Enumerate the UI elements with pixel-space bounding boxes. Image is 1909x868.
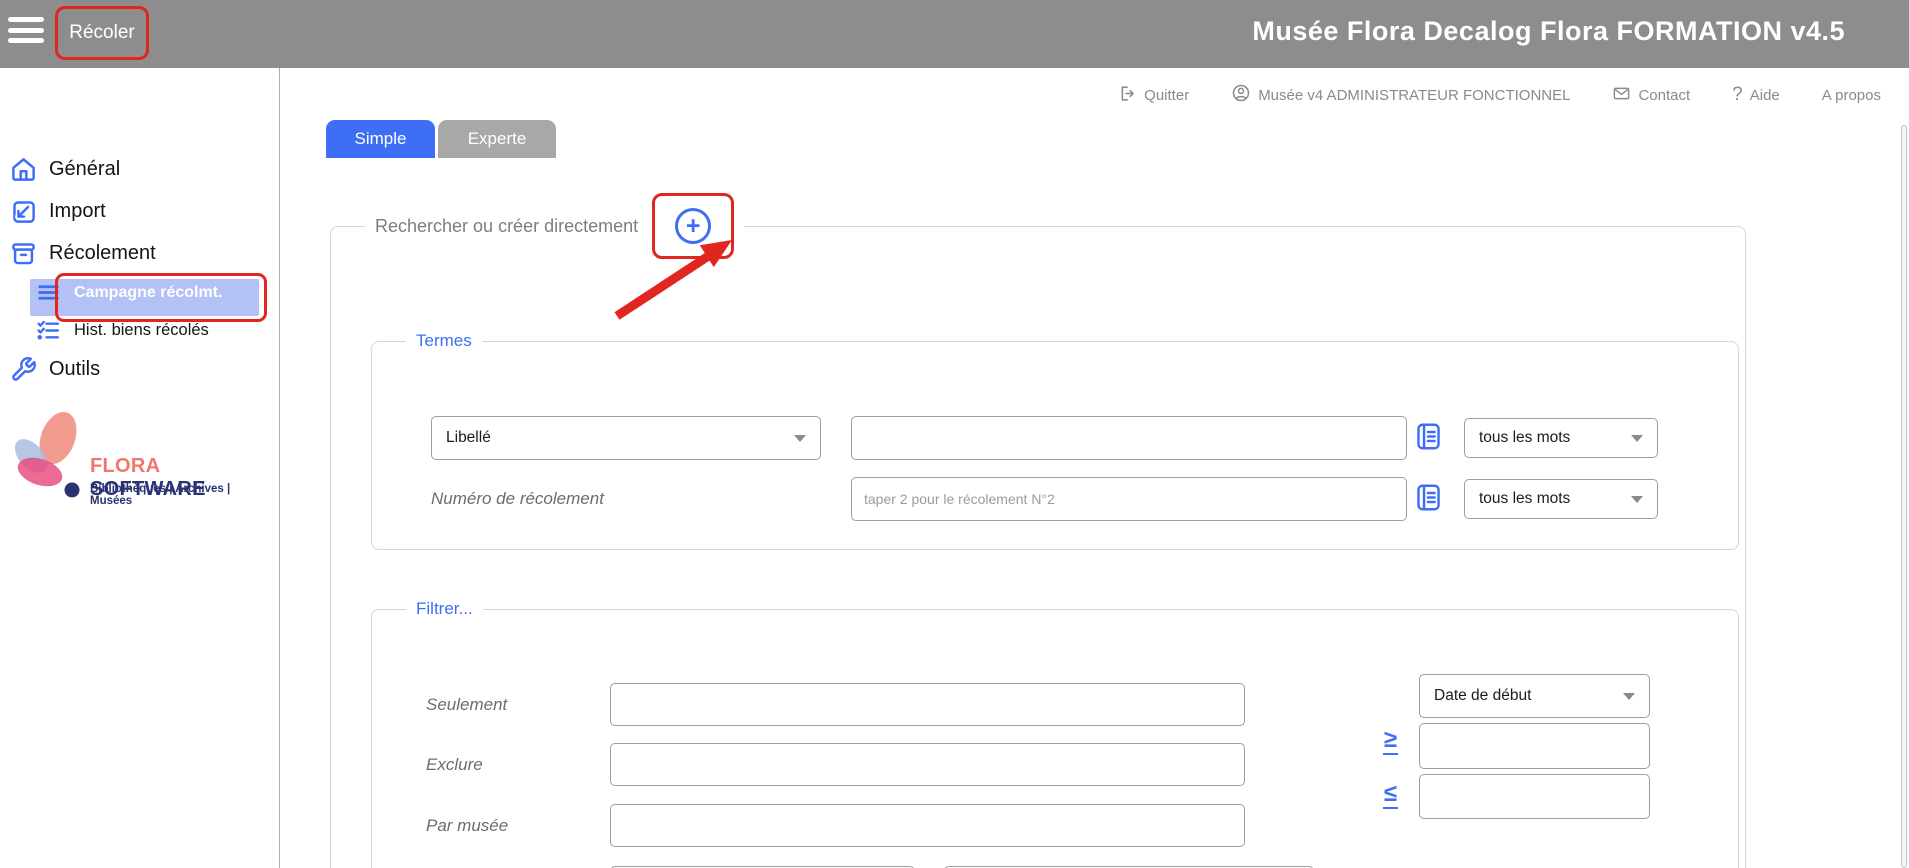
sidebar: Général Import Récolement Campagne récol… <box>0 68 280 868</box>
vertical-scrollbar[interactable] <box>1901 125 1907 868</box>
app-window: Récoler Musée Flora Decalog Flora FORMAT… <box>0 0 1909 868</box>
app-title: Musée Flora Decalog Flora FORMATION v4.5 <box>1252 16 1845 47</box>
archive-box-icon <box>10 240 37 267</box>
chevron-down-icon <box>1631 435 1643 442</box>
contact-link[interactable]: Contact <box>1612 84 1690 107</box>
mail-icon <box>1612 84 1631 107</box>
seulement-input[interactable] <box>610 683 1245 726</box>
numero-mode-select[interactable]: tous les mots <box>1464 479 1658 519</box>
sidebar-item-label: Campagne récolmt. <box>74 284 222 302</box>
aide-label: Aide <box>1750 87 1780 104</box>
user-icon <box>1231 83 1251 107</box>
sidebar-item-outils[interactable]: Outils <box>10 356 100 383</box>
term-value-input[interactable] <box>851 416 1407 460</box>
wrench-icon <box>10 356 37 383</box>
term-field-value: Libellé <box>446 429 491 447</box>
checklist-icon <box>36 318 61 343</box>
sidebar-item-label: Récolement <box>49 242 156 265</box>
import-icon <box>10 198 37 225</box>
par-musee-label: Par musée <box>426 804 508 848</box>
create-plus-button[interactable]: + <box>675 208 711 244</box>
quitter-link[interactable]: Quitter <box>1118 84 1189 107</box>
search-create-legend-text: Rechercher ou créer directement <box>375 216 638 236</box>
date-to-input[interactable] <box>1419 774 1650 819</box>
seulement-label: Seulement <box>426 683 507 727</box>
sidebar-item-label: Outils <box>49 358 100 381</box>
thesaurus-book-icon[interactable] <box>1415 422 1442 451</box>
exclure-input[interactable] <box>610 743 1245 786</box>
chevron-down-icon <box>1623 693 1635 700</box>
less-equal-icon: ≤ <box>1383 781 1398 809</box>
sidebar-item-hist-biens-recoles[interactable]: Hist. biens récolés <box>36 318 209 343</box>
numero-recolement-input[interactable] <box>851 477 1407 521</box>
contact-label: Contact <box>1638 87 1690 104</box>
tab-experte[interactable]: Experte <box>438 120 556 158</box>
greater-equal-icon: ≥ <box>1383 727 1398 755</box>
sidebar-item-label: Hist. biens récolés <box>74 321 209 340</box>
term-mode-select[interactable]: tous les mots <box>1464 418 1658 458</box>
aide-link[interactable]: ? Aide <box>1732 84 1780 106</box>
chevron-down-icon <box>794 435 806 442</box>
apropos-label: A propos <box>1822 87 1881 104</box>
numero-recolement-label: Numéro de récolement <box>431 477 604 521</box>
flora-software-logo: FLORA SOFTWARE Bibliothèques | Archives … <box>8 408 272 508</box>
user-menu[interactable]: Musée v4 ADMINISTRATEUR FONCTIONNEL <box>1231 83 1570 107</box>
search-create-legend: Rechercher ou créer directement + <box>365 193 744 259</box>
sidebar-item-import[interactable]: Import <box>10 198 106 225</box>
quitter-label: Quitter <box>1144 87 1189 104</box>
numero-mode-value: tous les mots <box>1479 490 1570 508</box>
search-create-section: Rechercher ou créer directement + Termes… <box>330 193 1746 868</box>
filtrer-legend: Filtrer... <box>406 599 483 619</box>
sidebar-item-label: Général <box>49 158 120 181</box>
thesaurus-book-icon[interactable] <box>1415 483 1442 512</box>
par-musee-input[interactable] <box>610 804 1245 847</box>
date-from-input[interactable] <box>1419 723 1650 769</box>
sidebar-item-recolement[interactable]: Récolement <box>10 240 156 267</box>
module-label[interactable]: Récoler <box>69 22 134 44</box>
question-icon: ? <box>1732 84 1743 106</box>
recoler-annotation-box: Récoler <box>55 6 149 60</box>
logo-tagline: Bibliothèques | Archives | Musées <box>90 483 272 507</box>
menu-lines-icon <box>36 280 61 305</box>
apropos-link[interactable]: A propos <box>1822 87 1881 104</box>
term-field-select[interactable]: Libellé <box>431 416 821 460</box>
tab-simple[interactable]: Simple <box>326 120 435 158</box>
plus-annotation-box: + <box>652 193 734 259</box>
chevron-down-icon <box>1631 496 1643 503</box>
sidebar-item-general[interactable]: Général <box>10 156 120 183</box>
exit-icon <box>1118 84 1137 107</box>
exclure-label: Exclure <box>426 743 483 787</box>
topbar: Récoler Musée Flora Decalog Flora FORMAT… <box>0 0 1909 68</box>
date-field-select[interactable]: Date de début <box>1419 674 1650 718</box>
subheader: Quitter Musée v4 ADMINISTRATEUR FONCTION… <box>280 68 1909 122</box>
sidebar-item-campagne-recolement[interactable]: Campagne récolmt. <box>36 280 222 305</box>
termes-section: Termes Libellé tous les mots Numéro de r… <box>371 331 1739 550</box>
date-field-value: Date de début <box>1434 687 1531 705</box>
user-label: Musée v4 ADMINISTRATEUR FONCTIONNEL <box>1258 87 1570 104</box>
term-mode-value: tous les mots <box>1479 429 1570 447</box>
filtrer-section: Filtrer... Seulement Exclure Par musée I… <box>371 599 1739 868</box>
termes-legend: Termes <box>406 331 482 351</box>
home-icon <box>10 156 37 183</box>
sidebar-item-label: Import <box>49 200 106 223</box>
hamburger-icon[interactable] <box>8 17 48 51</box>
flora-petals-icon <box>8 408 90 506</box>
